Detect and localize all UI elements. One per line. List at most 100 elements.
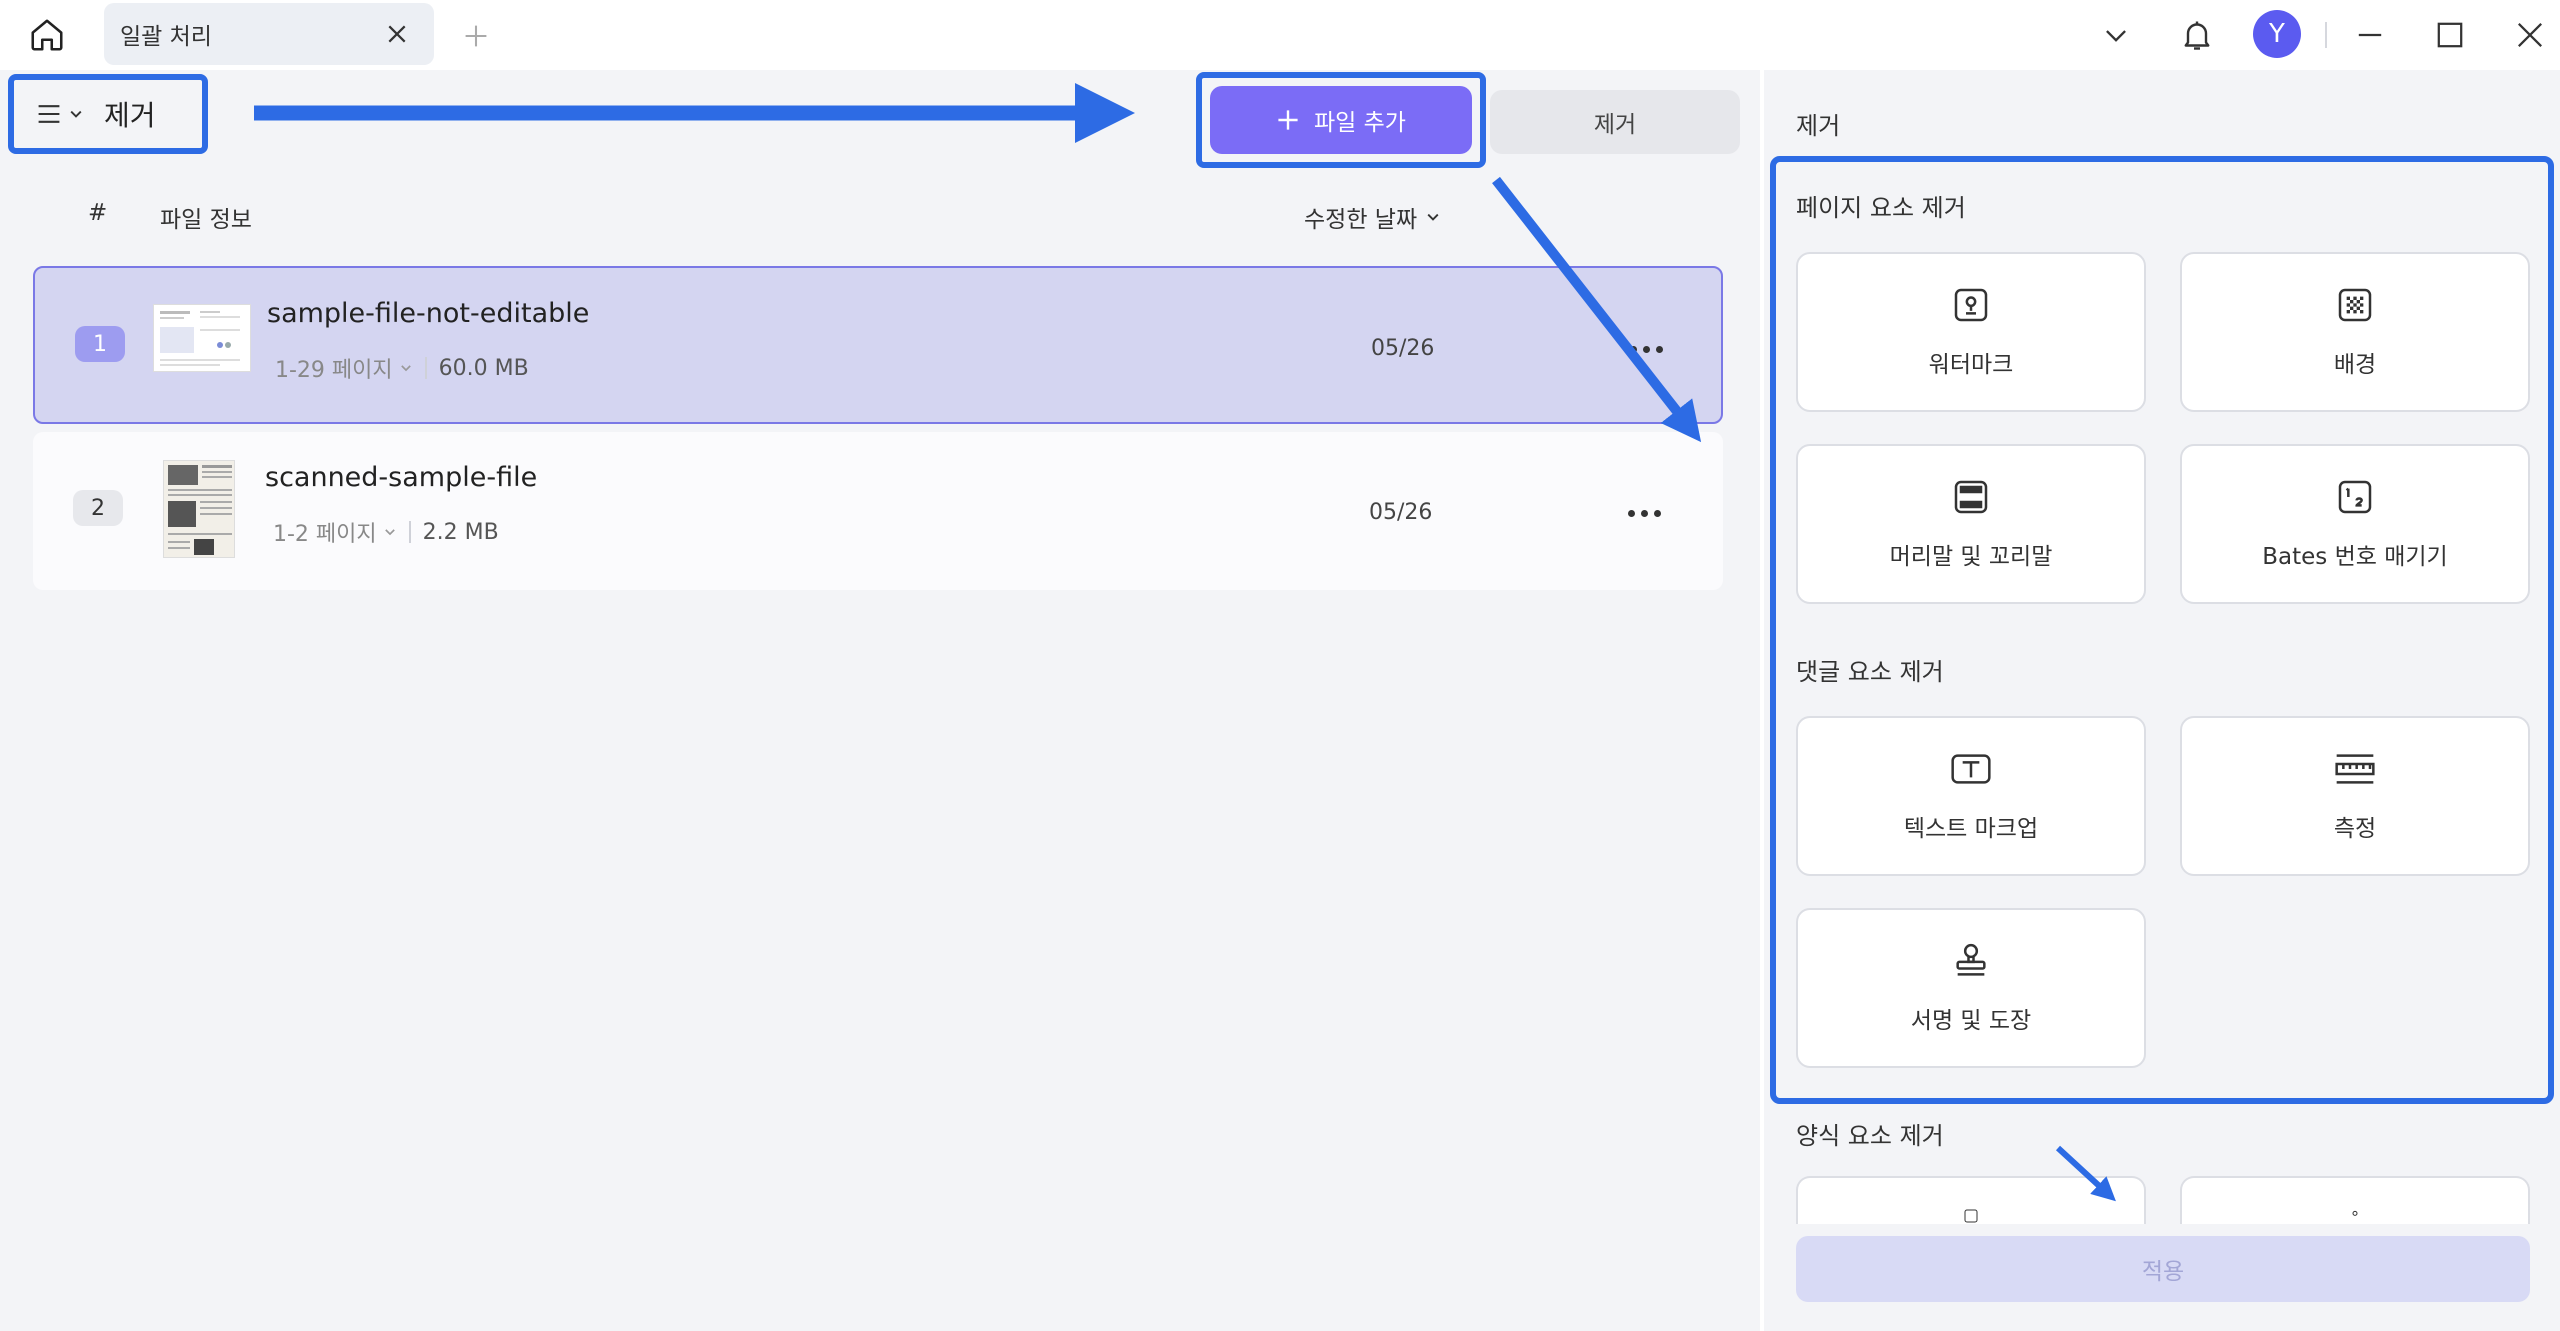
background-option[interactable]: 배경	[2180, 252, 2530, 412]
file-thumbnail	[153, 304, 251, 372]
option-label: 텍스트 마크업	[1903, 816, 2039, 842]
page-section-title: 페이지 요소 제거	[1796, 194, 1966, 222]
more-icon	[1627, 509, 1635, 517]
text-markup-icon	[1951, 754, 1991, 784]
avatar-letter: Y	[2269, 19, 2285, 49]
apply-label: 적용	[2141, 1259, 2185, 1285]
meta-divider	[424, 357, 427, 379]
header-footer-icon	[1954, 480, 1988, 514]
option-label: 서명 및 도장	[1910, 1008, 2032, 1034]
plus-icon	[1278, 110, 1298, 130]
title-bar: 일괄 처리 Y	[0, 0, 2560, 70]
file-name: scanned-sample-file	[265, 462, 538, 493]
measure-option[interactable]: 측정	[2180, 716, 2530, 876]
sort-by-date-button[interactable]: 수정한 날짜	[1304, 200, 1441, 234]
text-markup-option[interactable]: 텍스트 마크업	[1796, 716, 2146, 876]
close-icon	[388, 25, 406, 43]
document-thumbnail-icon	[160, 311, 240, 366]
file-meta: 1-2 페이지 2.2 MB	[273, 516, 499, 548]
dropdown-button[interactable]	[2094, 13, 2138, 57]
file-list-pane: 제거 파일 추가 제거 # 파일 정보 수정한 날짜 1 sample-file…	[0, 70, 1760, 1331]
chevron-down-icon	[1427, 213, 1439, 221]
bates-numbering-option[interactable]: Bates 번호 매기기	[2180, 444, 2530, 604]
remove-label: 제거	[1593, 112, 1637, 138]
watermark-option[interactable]: 워터마크	[1796, 252, 2146, 412]
header-date: 수정한 날짜	[1304, 207, 1418, 233]
form-option-partial[interactable]	[2180, 1176, 2530, 1224]
chevron-down-icon	[70, 110, 82, 118]
row-number: 2	[73, 490, 123, 526]
signature-stamp-option[interactable]: 서명 및 도장	[1796, 908, 2146, 1068]
file-name: sample-file-not-editable	[267, 298, 590, 329]
chevron-down-icon	[2106, 30, 2126, 42]
page-range: 1-2 페이지	[273, 522, 377, 547]
file-meta: 1-29 페이지 60.0 MB	[275, 352, 529, 384]
file-size: 60.0 MB	[438, 355, 529, 381]
form-section-title: 양식 요소 제거	[1796, 1122, 1944, 1150]
page-range-dropdown[interactable]: 1-29 페이지	[275, 352, 413, 384]
file-date: 05/26	[1371, 336, 1435, 361]
file-thumbnail	[163, 460, 235, 558]
option-label: 배경	[2333, 352, 2377, 378]
home-icon	[31, 19, 63, 51]
option-label: 측정	[2333, 816, 2377, 842]
tab-close-button[interactable]	[384, 21, 410, 47]
more-icon	[1629, 345, 1637, 353]
page-range: 1-29 페이지	[275, 358, 393, 383]
header-num: #	[88, 200, 108, 226]
menu-icon-group	[36, 102, 84, 126]
comment-section-title: 댓글 요소 제거	[1796, 658, 1944, 686]
chevron-down-icon	[384, 529, 395, 536]
add-file-highlight: 파일 추가	[1196, 72, 1486, 168]
file-row[interactable]: 2 scanned-sample-file 1-2 페이지 2.2 MB 05/…	[33, 432, 1723, 590]
bell-icon	[2184, 21, 2210, 50]
header-file-info: 파일 정보	[160, 207, 252, 233]
close-icon	[2518, 23, 2542, 47]
meta-divider	[408, 521, 411, 543]
add-file-button[interactable]: 파일 추가	[1210, 86, 1472, 154]
file-size: 2.2 MB	[422, 519, 499, 545]
panel-title: 제거	[1796, 112, 1841, 140]
file-date: 05/26	[1369, 500, 1433, 525]
header-footer-option[interactable]: 머리말 및 꼬리말	[1796, 444, 2146, 604]
hamburger-icon	[38, 105, 60, 123]
chevron-down-icon	[400, 365, 411, 372]
watermark-icon	[1954, 288, 1988, 322]
option-label: 워터마크	[1928, 352, 2014, 378]
more-options-button[interactable]	[1621, 334, 1671, 364]
home-button[interactable]	[26, 14, 68, 56]
plus-icon	[465, 25, 487, 47]
form-option-partial[interactable]	[1796, 1176, 2146, 1224]
tab-title: 일괄 처리	[120, 24, 212, 50]
list-header: # 파일 정보 수정한 날짜	[0, 200, 1760, 240]
page-range-dropdown[interactable]: 1-2 페이지	[273, 516, 397, 548]
more-options-button[interactable]	[1619, 498, 1669, 528]
remove-options-panel: 제거 페이지 요소 제거 워터마크 배경 머리말 및 꼬리말 Bates 번호 …	[1764, 70, 2560, 1331]
file-row[interactable]: 1 sample-file-not-editable 1-29 페이지 60.0…	[33, 266, 1723, 424]
background-icon	[2338, 288, 2372, 322]
form-field-icon	[1964, 1209, 1978, 1223]
maximize-button[interactable]	[2428, 13, 2472, 57]
form-field-icon	[2352, 1210, 2358, 1216]
minimize-button[interactable]	[2348, 13, 2392, 57]
add-file-label: 파일 추가	[1314, 110, 1406, 136]
option-label: 머리말 및 꼬리말	[1889, 544, 2053, 570]
option-label: Bates 번호 매기기	[2262, 544, 2448, 570]
bates-numbering-icon	[2338, 480, 2372, 514]
apply-button[interactable]: 적용	[1796, 1236, 2530, 1302]
row-number: 1	[75, 326, 125, 362]
maximize-icon	[2437, 22, 2463, 48]
minimize-icon	[2358, 33, 2382, 37]
menu-label: 제거	[104, 99, 156, 132]
measure-icon	[2335, 754, 2375, 784]
tab-batch[interactable]: 일괄 처리	[104, 3, 434, 65]
scanned-page-thumbnail-icon	[164, 461, 234, 557]
avatar[interactable]: Y	[2253, 10, 2301, 58]
stamp-icon	[1956, 943, 1986, 976]
new-tab-button[interactable]	[458, 18, 494, 54]
menu-button[interactable]: 제거	[8, 74, 208, 154]
window-close-button[interactable]	[2508, 13, 2552, 57]
titlebar-divider	[2325, 22, 2327, 48]
remove-button[interactable]: 제거	[1490, 90, 1740, 154]
notification-button[interactable]	[2175, 13, 2219, 57]
